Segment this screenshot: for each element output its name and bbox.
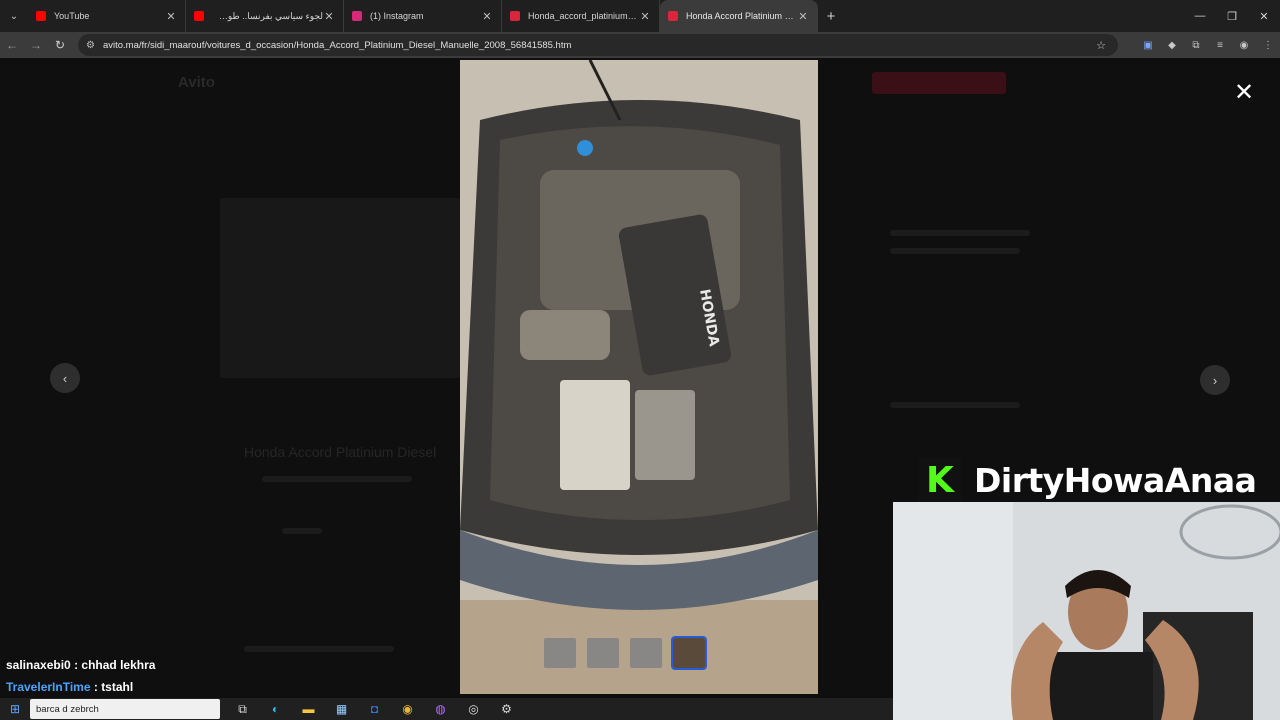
- extensions-puzzle-icon[interactable]: ⧉: [1184, 40, 1208, 51]
- tab-instagram[interactable]: (1) Instagram ✕: [344, 0, 502, 32]
- youtube-favicon-icon: [194, 11, 204, 21]
- file-explorer-icon[interactable]: ▬: [292, 698, 325, 720]
- avito-favicon-icon: [510, 11, 520, 21]
- back-arrow-icon[interactable]: ←: [0, 33, 24, 57]
- extension-icons: ▣ ◆ ⧉ ≡ ◉ ⋮: [1136, 32, 1280, 58]
- chat-message: salinaxebi0 : chhad lekhra: [6, 658, 156, 672]
- listing-title: Honda Accord Platinium Diesel: [244, 444, 437, 460]
- tab-title: YouTube: [54, 11, 90, 21]
- tab-title: (1) Instagram: [370, 11, 424, 21]
- publish-ad-button: [872, 72, 1006, 94]
- kick-logo-letter: K: [926, 459, 954, 501]
- close-tab-icon[interactable]: ✕: [639, 10, 651, 23]
- kick-logo-icon: K: [918, 458, 962, 502]
- engine-bay-illustration: HONDA: [460, 60, 818, 694]
- forward-arrow-icon[interactable]: →: [24, 33, 48, 57]
- tab-youtube[interactable]: YouTube ✕: [28, 0, 186, 32]
- close-tab-icon[interactable]: ✕: [797, 10, 809, 23]
- tab-search-chevron-icon[interactable]: ⌄: [0, 0, 28, 32]
- tab-avito-search[interactable]: Honda_accord_platinium : Déc ✕: [502, 0, 660, 32]
- background-listing-photo: [220, 198, 460, 378]
- browser-toolbar: ← → ↻ ⚙ avito.ma/fr/sidi_maarouf/voiture…: [0, 32, 1280, 58]
- chat-text: chhad lekhra: [81, 658, 156, 672]
- taskbar-search-text: barca d zebrch: [36, 703, 99, 715]
- youtube-favicon-icon: [36, 11, 46, 21]
- chrome-icon[interactable]: ◉: [391, 698, 424, 720]
- channel-name: DirtyHowaAnaa: [974, 460, 1257, 500]
- messenger-icon[interactable]: ◍: [424, 698, 457, 720]
- tab-avito-listing[interactable]: Honda Accord Platinium Diese ✕: [660, 0, 818, 32]
- photo-thumbnail-2[interactable]: [587, 638, 619, 668]
- background-text-line: [262, 476, 412, 482]
- translate-icon[interactable]: ▣: [1136, 40, 1160, 51]
- obs-studio-icon[interactable]: ◎: [457, 698, 490, 720]
- site-info-icon[interactable]: ⚙: [86, 40, 95, 51]
- task-view-icon[interactable]: ⧉: [226, 698, 259, 720]
- close-window-icon[interactable]: ✕: [1248, 0, 1280, 32]
- photo-thumbnail-1[interactable]: [544, 638, 576, 668]
- edge-browser-icon[interactable]: ◐: [259, 698, 292, 720]
- browser-tab-strip: ⌄ YouTube ✕ لجوء سياسي بفرنسا.. طوطو يعل…: [0, 0, 1280, 32]
- background-text-line: [890, 402, 1020, 408]
- tab-title: لجوء سياسي بفرنسا.. طوطو يعلن: [212, 10, 323, 21]
- taskbar-search-box[interactable]: barca d zebrch: [30, 699, 220, 719]
- windows-start-icon[interactable]: ⊞: [0, 698, 30, 720]
- url-text: avito.ma/fr/sidi_maarouf/voitures_d_occa…: [102, 39, 572, 51]
- restore-icon[interactable]: ❐: [1216, 0, 1248, 32]
- photo-thumbnail-3[interactable]: [630, 638, 662, 668]
- extension-diamond-icon[interactable]: ◆: [1160, 40, 1184, 51]
- reload-icon[interactable]: ↻: [48, 33, 72, 57]
- close-viewer-button[interactable]: ✕: [1232, 81, 1256, 106]
- close-tab-icon[interactable]: ✕: [165, 10, 177, 23]
- avito-favicon-icon: [668, 11, 678, 21]
- next-photo-button[interactable]: ›: [1200, 365, 1230, 395]
- photo-thumbnail-4[interactable]: [671, 636, 707, 670]
- tab-youtube-video[interactable]: لجوء سياسي بفرنسا.. طوطو يعلن ✕: [186, 0, 344, 32]
- tab-title: Honda_accord_platinium : Déc: [528, 11, 639, 21]
- photo-thumbnail-strip: [544, 636, 707, 670]
- webcam-illustration: [893, 502, 1280, 720]
- media-queue-icon[interactable]: ≡: [1208, 40, 1232, 51]
- background-text-line: [890, 230, 1030, 236]
- settings-gear-icon[interactable]: ⚙: [490, 698, 523, 720]
- previous-photo-button[interactable]: ‹: [50, 363, 80, 393]
- chat-username: TravelerInTime: [6, 680, 91, 694]
- outlook-icon[interactable]: ◘: [358, 698, 391, 720]
- instagram-favicon-icon: [352, 11, 362, 21]
- stream-channel-banner: K DirtyHowaAnaa: [918, 458, 1257, 502]
- bookmark-star-icon[interactable]: ☆: [1096, 39, 1106, 52]
- listing-photo-engine: HONDA: [460, 60, 818, 694]
- background-text-line: [282, 528, 322, 534]
- windows-taskbar: ⊞ barca d zebrch ⧉ ◐ ▬ ▦ ◘ ◉ ◍ ◎ ⚙: [0, 698, 893, 720]
- stream-chat: salinaxebi0 : chhad lekhra TravelerInTim…: [6, 658, 155, 702]
- chat-text: tstahl: [101, 680, 134, 694]
- address-bar[interactable]: ⚙ avito.ma/fr/sidi_maarouf/voitures_d_oc…: [78, 34, 1118, 56]
- background-text-line: [890, 248, 1020, 254]
- microsoft-store-icon[interactable]: ▦: [325, 698, 358, 720]
- avito-logo: Avito: [178, 74, 215, 91]
- close-tab-icon[interactable]: ✕: [323, 10, 335, 23]
- new-tab-button[interactable]: +: [818, 8, 844, 25]
- tab-title: Honda Accord Platinium Diese: [686, 11, 797, 21]
- minimize-icon[interactable]: —: [1184, 0, 1216, 32]
- menu-kebab-icon[interactable]: ⋮: [1256, 40, 1280, 51]
- chat-username: salinaxebi0: [6, 658, 71, 672]
- close-tab-icon[interactable]: ✕: [481, 10, 493, 23]
- background-text-line: [244, 646, 394, 652]
- streamer-webcam: [893, 502, 1280, 720]
- window-controls: — ❐ ✕: [1184, 0, 1280, 32]
- profile-icon[interactable]: ◉: [1232, 40, 1256, 51]
